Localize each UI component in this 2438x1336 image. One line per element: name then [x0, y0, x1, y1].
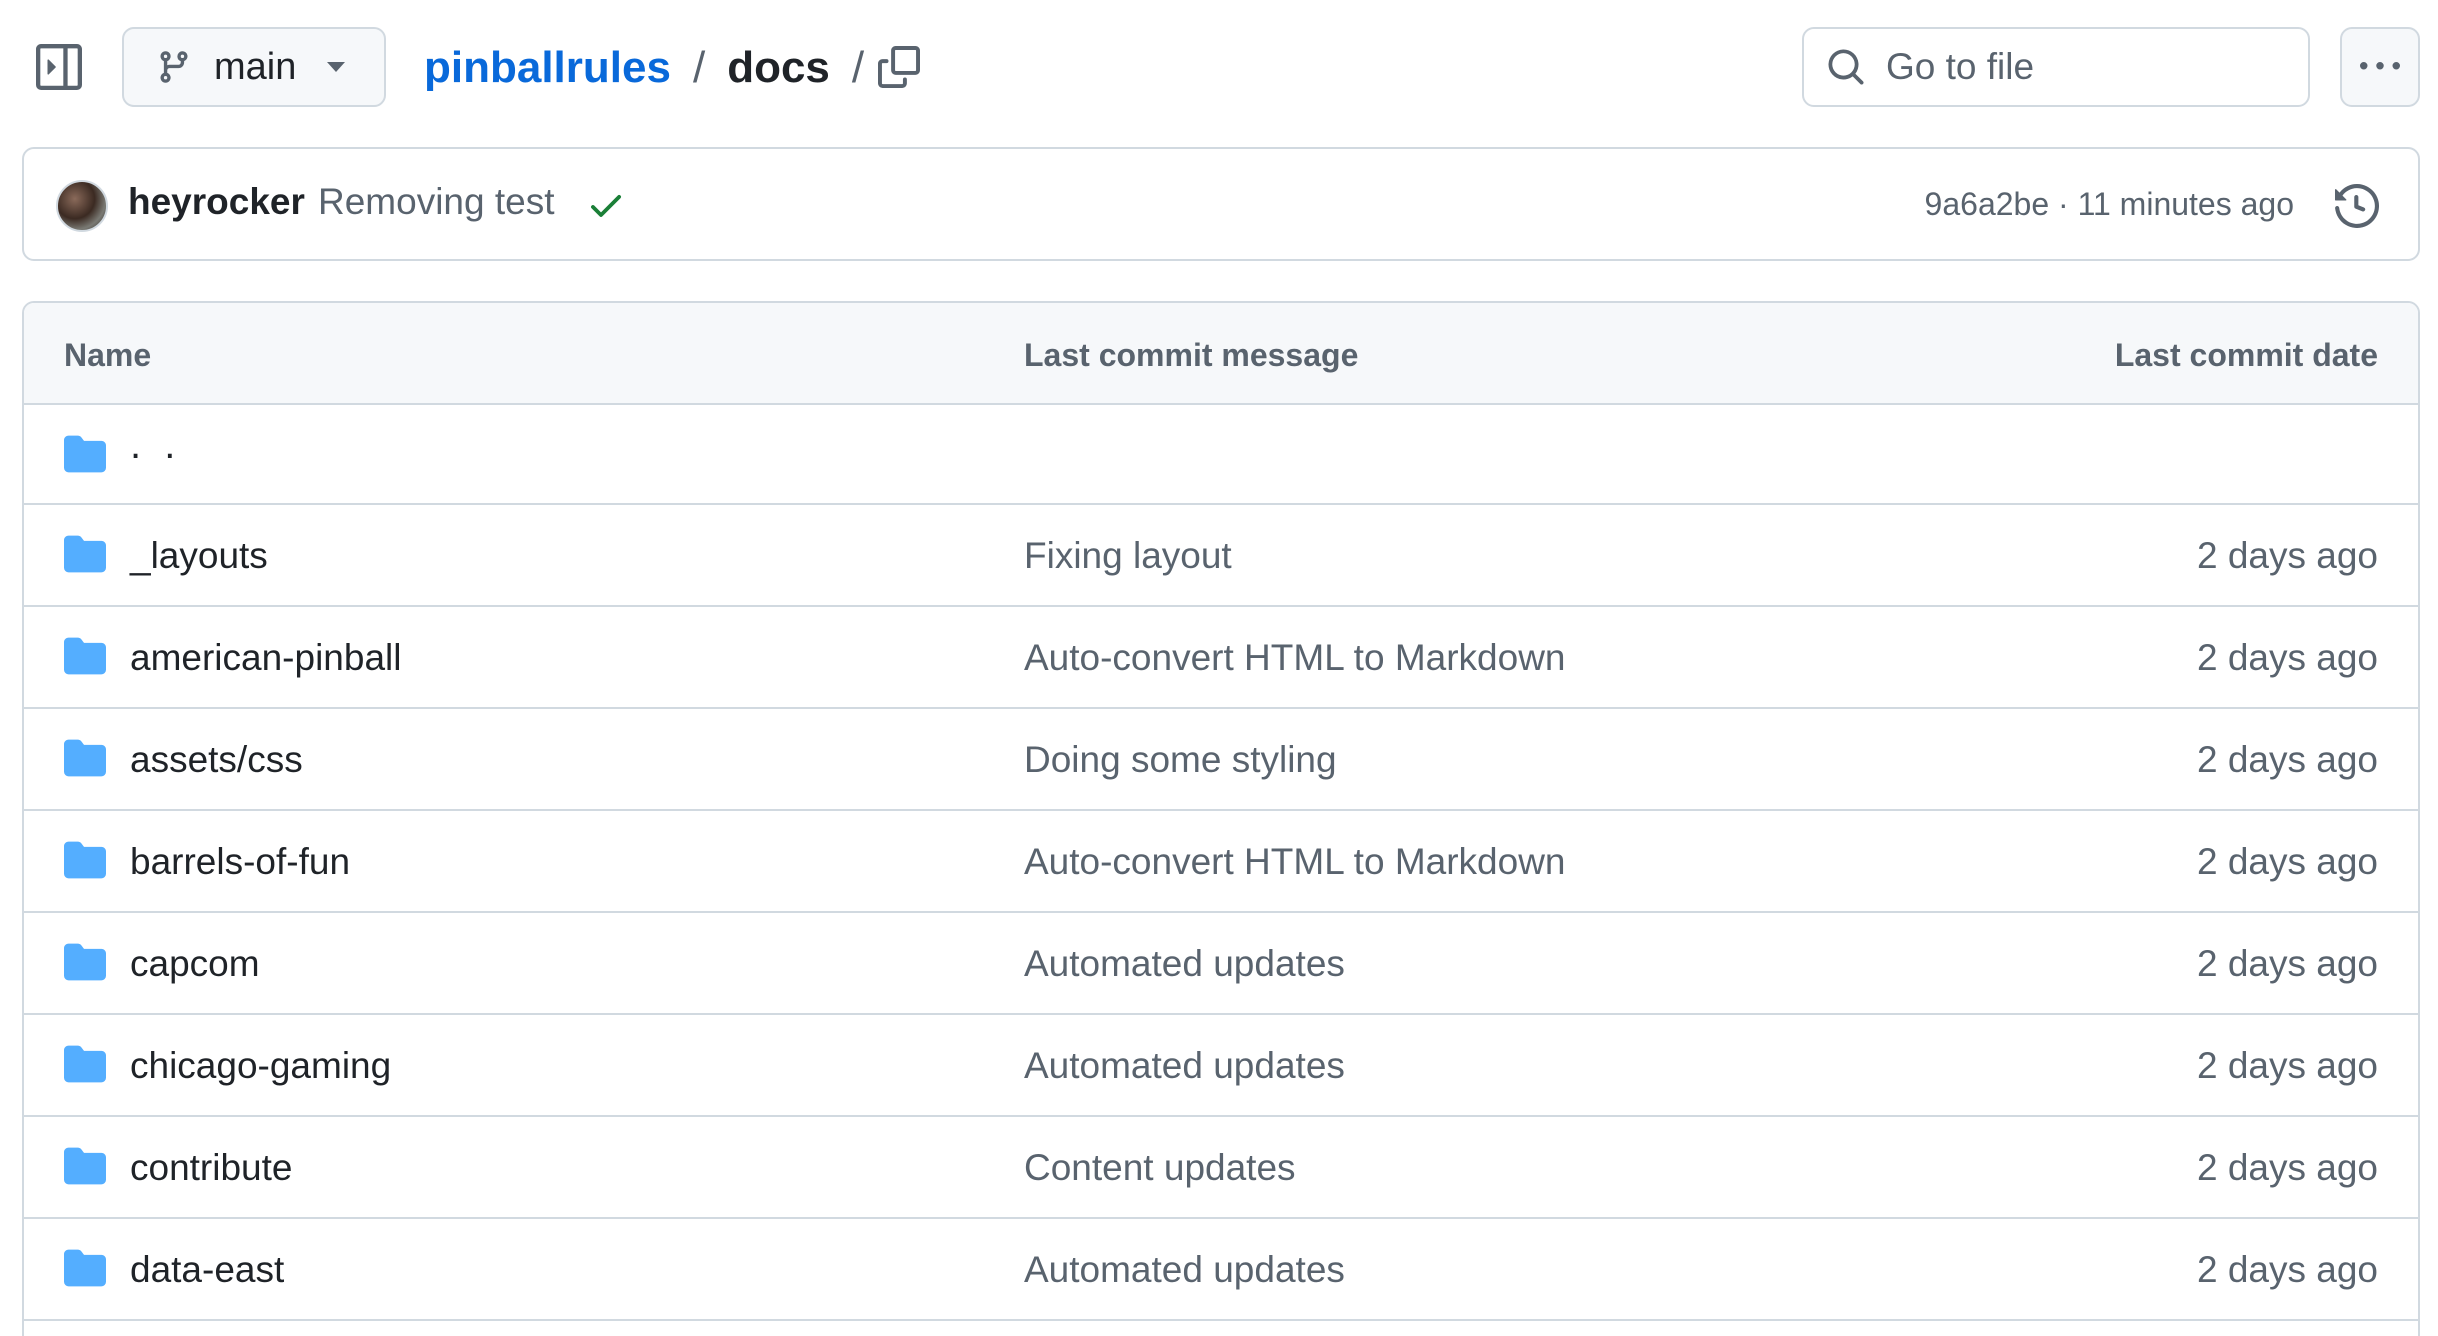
history-icon [2335, 184, 2379, 228]
commit-time: 11 minutes ago [2077, 186, 2294, 222]
branch-name: main [214, 45, 297, 88]
file-name-link[interactable]: data-east [130, 1249, 284, 1291]
table-row[interactable]: _layouts Fixing layout 2 days ago [24, 505, 2418, 607]
file-navigation-bar: main pinballrules / docs / Go to file [0, 0, 2438, 135]
column-header-message: Last commit message [1024, 337, 1359, 373]
commit-date: 2 days ago [2196, 1249, 2378, 1290]
column-header-name: Name [64, 337, 152, 373]
more-options-button[interactable] [2340, 27, 2420, 107]
breadcrumb-separator: / [692, 43, 706, 92]
search-icon [1826, 47, 1866, 87]
commit-meta: 9a6a2be · 11 minutes ago [1925, 186, 2294, 223]
sidebar-toggle-button[interactable] [36, 44, 82, 90]
commit-message-link[interactable]: Automated updates [1024, 1045, 1345, 1087]
commit-message-link[interactable]: Content updates [1024, 1147, 1296, 1189]
table-row[interactable]: capcom Automated updates 2 days ago [24, 913, 2418, 1015]
triangle-down-icon [326, 57, 346, 77]
file-browser-page: main pinballrules / docs / Go to file he… [0, 0, 2438, 1336]
commit-date: 2 days ago [2196, 943, 2378, 984]
file-name-link[interactable]: _layouts [130, 535, 268, 577]
breadcrumb-repo-link[interactable]: pinballrules [424, 43, 671, 93]
commit-message-link[interactable]: Auto-convert HTML to Markdown [1024, 841, 1566, 883]
table-row[interactable]: barrels-of-fun Auto-convert HTML to Mark… [24, 811, 2418, 913]
table-row[interactable]: assets/css Doing some styling 2 days ago [24, 709, 2418, 811]
folder-icon [64, 1045, 106, 1083]
parent-directory-link[interactable]: . . [130, 423, 181, 468]
commit-message-link[interactable]: Automated updates [1024, 943, 1345, 985]
go-to-file-input[interactable]: Go to file [1802, 27, 2310, 107]
file-name-link[interactable]: american-pinball [130, 637, 401, 679]
folder-icon [64, 637, 106, 675]
commit-date: 2 days ago [2196, 841, 2378, 882]
table-header: Name Last commit message Last commit dat… [24, 303, 2418, 405]
file-name-link[interactable]: contribute [130, 1147, 293, 1189]
commit-history-button[interactable] [2332, 181, 2382, 231]
column-header-date: Last commit date [2114, 337, 2378, 373]
folder-icon [64, 1147, 106, 1185]
branch-selector-button[interactable]: main [122, 27, 386, 107]
file-name-link[interactable]: capcom [130, 943, 260, 985]
folder-icon [64, 435, 106, 473]
git-branch-icon [156, 49, 192, 85]
commit-message-link[interactable]: Auto-convert HTML to Markdown [1024, 637, 1566, 679]
go-to-file-placeholder: Go to file [1886, 46, 2035, 87]
sidebar-expand-icon [36, 44, 82, 90]
file-name-link[interactable]: barrels-of-fun [130, 841, 350, 883]
folder-icon [64, 1249, 106, 1287]
folder-icon [64, 739, 106, 777]
check-icon[interactable] [586, 185, 626, 225]
file-table: Name Last commit message Last commit dat… [22, 301, 2420, 1336]
avatar[interactable] [56, 180, 108, 232]
commit-message-link[interactable]: Doing some styling [1024, 739, 1337, 781]
latest-commit-bar: heyrocker Removing test 9a6a2be · 11 min… [22, 147, 2420, 261]
commit-message-link[interactable]: Fixing layout [1024, 535, 1232, 577]
commit-sha-link[interactable]: 9a6a2be [1925, 186, 2050, 222]
file-name-link[interactable]: assets/css [130, 739, 303, 781]
table-row[interactable]: chicago-gaming Automated updates 2 days … [24, 1015, 2418, 1117]
copy-icon [878, 46, 920, 88]
commit-author-link[interactable]: heyrocker [128, 181, 305, 223]
commit-date: 2 days ago [2196, 637, 2378, 678]
folder-icon [64, 841, 106, 879]
parent-directory-row[interactable]: . . [24, 405, 2418, 505]
table-row[interactable]: contribute Content updates 2 days ago [24, 1117, 2418, 1219]
commit-date: 2 days ago [2196, 535, 2378, 576]
commit-message-link[interactable]: Removing test [318, 181, 555, 223]
breadcrumb-trailing-separator: / [851, 43, 865, 92]
table-row[interactable]: american-pinball Auto-convert HTML to Ma… [24, 607, 2418, 709]
commit-meta-separator: · [2058, 186, 2069, 222]
copy-path-button[interactable] [872, 40, 926, 94]
commit-date: 2 days ago [2196, 739, 2378, 780]
commit-message-link[interactable]: Automated updates [1024, 1249, 1345, 1291]
commit-date: 2 days ago [2196, 1045, 2378, 1086]
folder-icon [64, 943, 106, 981]
breadcrumb-current-directory: docs [727, 43, 830, 92]
kebab-horizontal-icon [2360, 62, 2400, 70]
breadcrumb: pinballrules / docs / [424, 38, 886, 98]
table-row[interactable]: data-east Automated updates 2 days ago [24, 1219, 2418, 1321]
folder-icon [64, 535, 106, 573]
commit-date: 2 days ago [2196, 1147, 2378, 1188]
file-name-link[interactable]: chicago-gaming [130, 1045, 391, 1087]
